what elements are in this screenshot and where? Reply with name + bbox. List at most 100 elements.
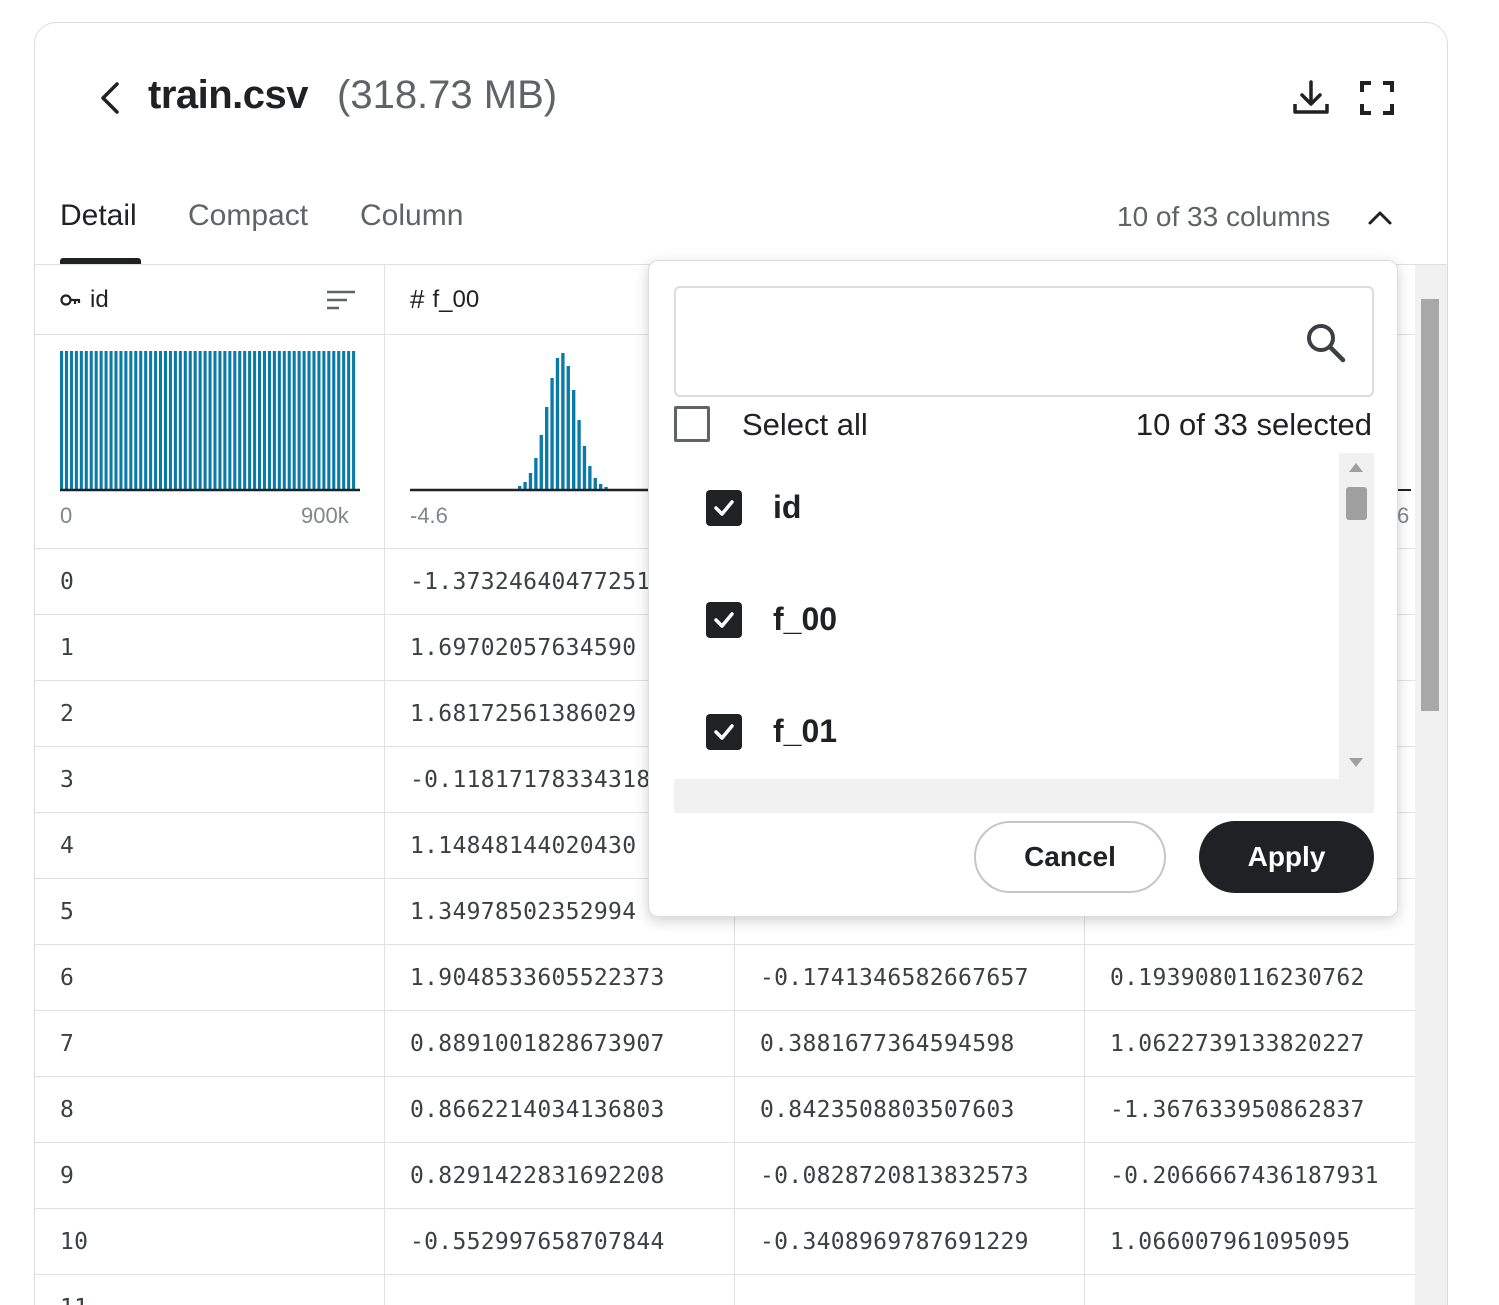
table-row: 10 -0.552997658707844 -0.3408969787691229 1… bbox=[35, 1209, 1415, 1275]
histogram-bar bbox=[159, 351, 163, 489]
table-cell: 2 bbox=[60, 701, 75, 727]
column-list-scrollbar[interactable] bbox=[1339, 453, 1374, 779]
sort-icon[interactable] bbox=[327, 289, 355, 311]
histogram-bar bbox=[208, 351, 212, 489]
histogram-bar bbox=[144, 351, 148, 489]
table-row: 8 0.8662214034136803 0.8423508803507603 -1.… bbox=[35, 1077, 1415, 1143]
histogram-bar bbox=[124, 351, 128, 489]
table-cell: 1.69702057634590 bbox=[410, 635, 637, 661]
table-cell: 1.68172561386029 bbox=[410, 701, 637, 727]
histogram-bar bbox=[79, 351, 83, 489]
table-cell: 5 bbox=[60, 899, 75, 925]
column-option-label: id bbox=[773, 489, 802, 525]
histogram-bar bbox=[337, 351, 341, 489]
chevron-up-icon[interactable] bbox=[1365, 203, 1395, 233]
column-list-scrollbar-thumb[interactable] bbox=[1346, 487, 1367, 520]
histogram-bar bbox=[539, 435, 543, 489]
checkbox-checked[interactable] bbox=[706, 602, 742, 638]
histogram-min: -4.6 bbox=[410, 503, 448, 528]
column-list: id f_00 f_01 bbox=[674, 453, 1374, 779]
histogram-bar bbox=[104, 351, 108, 489]
file-name: train.csv bbox=[148, 73, 309, 117]
histogram-bar bbox=[193, 351, 197, 489]
histogram-bar bbox=[347, 351, 351, 489]
column-option-f01[interactable]: f_01 bbox=[674, 677, 1339, 779]
histogram-bar bbox=[233, 351, 237, 489]
histogram-min: 0 bbox=[60, 503, 73, 528]
column-option-id[interactable]: id bbox=[674, 453, 1339, 565]
histogram-bar bbox=[352, 351, 356, 489]
column-option-f00[interactable]: f_00 bbox=[674, 565, 1339, 677]
histogram-bar bbox=[604, 487, 608, 489]
histogram-bar bbox=[203, 351, 207, 489]
column-search-input[interactable] bbox=[674, 286, 1374, 397]
checkmark-icon bbox=[714, 724, 734, 740]
histogram-bar bbox=[253, 351, 257, 489]
column-count-toggle[interactable]: 10 of 33 columns bbox=[1117, 201, 1330, 233]
select-all-checkbox[interactable] bbox=[674, 406, 710, 442]
key-icon bbox=[60, 293, 81, 306]
histogram-max: 6 bbox=[1397, 503, 1410, 528]
checkmark-icon bbox=[714, 612, 734, 628]
column-selector-popover: Select all 10 of 33 selected id f_00 f_0… bbox=[648, 260, 1398, 917]
scroll-up-arrow-icon[interactable] bbox=[1349, 463, 1363, 472]
tab-column[interactable]: Column bbox=[360, 199, 463, 233]
histogram-bar bbox=[168, 351, 172, 489]
histogram-bar bbox=[599, 484, 603, 489]
histogram-bar bbox=[173, 351, 177, 489]
histogram-bar bbox=[74, 351, 78, 489]
table-cell: 1.0622739133820227 bbox=[1110, 1031, 1365, 1057]
search-icon[interactable] bbox=[1304, 321, 1348, 365]
histogram-bar bbox=[64, 351, 69, 489]
table-cell: 0.1939080116230762 bbox=[1110, 965, 1365, 991]
table-cell: 0.8662214034136803 bbox=[410, 1097, 665, 1123]
histogram-bar bbox=[282, 351, 286, 489]
histogram-bar bbox=[302, 351, 306, 489]
table-cell: -0.1741346582667657 bbox=[760, 965, 1029, 991]
checkbox-checked[interactable] bbox=[706, 714, 742, 750]
table-cell: -0.552997658707844 bbox=[410, 1229, 665, 1255]
table-cell: 1.14848144020430 bbox=[410, 833, 637, 859]
histogram-bar bbox=[139, 351, 143, 489]
download-icon[interactable] bbox=[1291, 78, 1331, 118]
histogram-bar bbox=[178, 351, 182, 489]
table-cell: -1.37324640477251 bbox=[410, 569, 651, 595]
fullscreen-icon[interactable] bbox=[1357, 78, 1397, 118]
cancel-button[interactable]: Cancel bbox=[974, 821, 1166, 893]
table-cell: 0 bbox=[60, 569, 75, 595]
histogram-bar bbox=[218, 351, 222, 489]
table-cell: 3 bbox=[60, 767, 75, 793]
table-cell: 0.8423508803507603 bbox=[760, 1097, 1015, 1123]
back-arrow-icon[interactable] bbox=[93, 78, 129, 118]
column-header-f00[interactable]: # f_00 bbox=[410, 265, 479, 334]
apply-button[interactable]: Apply bbox=[1199, 821, 1374, 893]
histogram-bar bbox=[267, 351, 271, 489]
histogram-bar bbox=[258, 351, 262, 489]
table-cell: 0.8291422831692208 bbox=[410, 1163, 665, 1189]
select-all-label[interactable]: Select all bbox=[742, 407, 868, 443]
column-header-id[interactable]: id bbox=[60, 265, 109, 334]
table-cell: 0.8891001828673907 bbox=[410, 1031, 665, 1057]
scroll-down-arrow-icon[interactable] bbox=[1349, 758, 1363, 767]
hash-icon: # bbox=[410, 284, 425, 314]
column-list-horizontal-scrollbar[interactable] bbox=[674, 779, 1374, 813]
histogram-bar bbox=[312, 351, 316, 489]
table-row: 9 0.8291422831692208 -0.0828720813832573 -0… bbox=[35, 1143, 1415, 1209]
histogram-bar bbox=[262, 351, 267, 489]
histogram-bar bbox=[84, 351, 88, 489]
histogram-bar bbox=[243, 351, 247, 489]
tab-compact[interactable]: Compact bbox=[188, 199, 308, 233]
tab-detail[interactable]: Detail bbox=[60, 199, 137, 233]
table-cell: 1.34978502352994 bbox=[410, 899, 637, 925]
column-header-label: id bbox=[90, 285, 109, 313]
histogram-f00 bbox=[410, 353, 650, 492]
table-scrollbar-thumb[interactable] bbox=[1421, 299, 1439, 711]
table-cell: 11 bbox=[60, 1275, 88, 1305]
histogram-bar bbox=[317, 351, 321, 489]
checkbox-checked[interactable] bbox=[706, 490, 742, 526]
table-cell: 1.066007961095095 bbox=[1110, 1229, 1351, 1255]
histogram-bar bbox=[577, 420, 581, 489]
histogram-bar bbox=[154, 351, 158, 489]
table-cell: -0.11817178334318 bbox=[410, 767, 651, 793]
histogram-bar bbox=[332, 351, 336, 489]
